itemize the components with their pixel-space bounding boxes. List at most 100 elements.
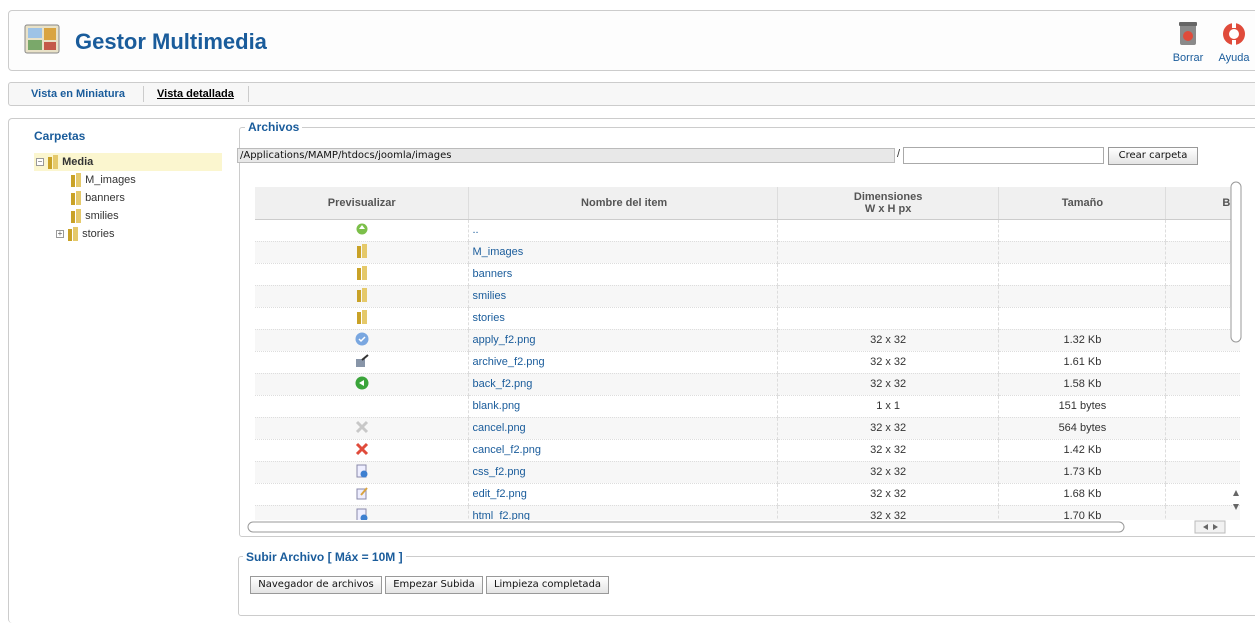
preview-cell [255,395,470,418]
tree-item-stories[interactable]: + stories [56,227,115,241]
upload-legend: Subir Archivo [ Máx = 10M ] [243,550,406,564]
preview-cell [255,241,470,264]
column-header-dimensions[interactable]: Dimensiones W x H px [777,187,1000,220]
table-row[interactable]: edit_f2.png32 x 321.68 Kb× [255,483,1240,506]
dimensions-cell [777,219,1000,242]
folder-icon [70,191,82,205]
dimensions-cell: 1 x 1 [777,395,1000,418]
horizontal-scrollbar[interactable] [245,520,1230,534]
table-row[interactable]: .. [255,219,1240,242]
files-legend: Archivos [245,120,303,134]
clear-completed-button[interactable]: Limpieza completada [486,576,609,594]
collapse-icon[interactable]: − [36,158,44,166]
dimensions-cell [777,285,1000,308]
size-cell: 1.42 Kb [998,439,1167,462]
vertical-scrollbar[interactable] [1228,178,1244,522]
dimensions-cell: 32 x 32 [777,505,1000,520]
expand-icon[interactable]: + [56,230,64,238]
current-path: /Applications/MAMP/htdocs/joomla/images [237,148,895,163]
file-name-link[interactable]: back_f2.png [472,378,532,390]
cancel-icon [355,442,369,459]
file-name-link[interactable]: edit_f2.png [472,488,526,500]
folder-icon [70,173,82,187]
column-header-preview[interactable]: Previsualizar [255,187,470,220]
tree-item-banners[interactable]: banners [70,191,125,205]
tree-item-label: smilies [85,209,119,222]
browse-files-button[interactable]: Navegador de archivos [250,576,382,594]
table-row[interactable]: apply_f2.png32 x 321.32 Kb× [255,329,1240,352]
size-cell: 1.58 Kb [998,373,1167,396]
table-row[interactable]: html_f2.png32 x 321.70 Kb× [255,505,1240,520]
column-header-dimensions-unit: W x H px [864,202,912,215]
column-header-size[interactable]: Tamaño [998,187,1167,220]
delete-button[interactable]: Borrar [1166,21,1210,64]
toolbar-header: Gestor Multimedia Borrar Ayuda [8,10,1255,71]
file-name-link[interactable]: blank.png [472,400,520,412]
size-cell: 1.61 Kb [998,351,1167,374]
size-cell: 1.73 Kb [998,461,1167,484]
preview-cell [255,373,470,396]
start-upload-button[interactable]: Empezar Subida [385,576,483,594]
tab-detailed-view[interactable]: Vista detallada [157,88,234,100]
file-name-link[interactable]: banners [472,268,512,280]
table-row[interactable]: back_f2.png32 x 321.58 Kb× [255,373,1240,396]
dimensions-cell: 32 x 32 [777,351,1000,374]
table-row[interactable]: cancel_f2.png32 x 321.42 Kb× [255,439,1240,462]
new-folder-input[interactable] [903,147,1104,164]
column-header-name[interactable]: Nombre del item [468,187,778,220]
tab-thumbnail-view[interactable]: Vista en Miniatura [31,88,125,100]
size-cell [998,307,1167,330]
edit-icon [355,486,369,503]
column-header-dimensions-title: Dimensiones [853,190,923,203]
archive-icon [355,353,369,371]
file-name-link[interactable]: M_images [472,246,523,258]
file-name-link[interactable]: apply_f2.png [472,334,535,346]
table-row[interactable]: archive_f2.png32 x 321.61 Kb× [255,351,1240,374]
table-row[interactable]: banners× [255,263,1240,286]
table-row[interactable]: smilies× [255,285,1240,308]
table-row[interactable]: blank.png1 x 1151 bytes× [255,395,1240,418]
cancel-gray-icon [355,420,369,437]
dimensions-cell: 32 x 32 [777,461,1000,484]
tree-item-media[interactable]: − Media [36,155,93,169]
preview-cell [255,285,470,308]
preview-cell [255,417,470,440]
dimensions-cell [777,263,1000,286]
folders-title: Carpetas [34,129,86,143]
file-name-link[interactable]: .. [472,224,478,236]
table-row[interactable]: M_images× [255,241,1240,264]
folder-icon [67,227,79,241]
table-row[interactable]: cancel.png32 x 32564 bytes× [255,417,1240,440]
preview-cell [255,351,470,374]
tab-divider [248,86,249,102]
file-name-link[interactable]: smilies [472,290,506,302]
help-button[interactable]: Ayuda [1212,21,1255,64]
folder-icon [356,287,368,305]
table-row[interactable]: stories× [255,307,1240,330]
file-name-link[interactable]: html_f2.png [472,510,529,520]
folder-up-icon [356,223,368,238]
table-row[interactable]: css_f2.png32 x 321.73 Kb× [255,461,1240,484]
trash-icon [1177,22,1199,50]
view-tabs: Vista en Miniatura Vista detallada [8,82,1255,106]
size-cell: 564 bytes [998,417,1167,440]
folder-icon [70,209,82,223]
file-name-link[interactable]: archive_f2.png [472,356,544,368]
create-folder-button[interactable]: Crear carpeta [1108,147,1198,165]
dimensions-cell: 32 x 32 [777,417,1000,440]
preview-cell [255,461,470,484]
page-title: Gestor Multimedia [75,29,267,54]
file-name-link[interactable]: cancel_f2.png [472,444,541,456]
tree-item-m-images[interactable]: M_images [70,173,136,187]
file-name-link[interactable]: css_f2.png [472,466,525,478]
html-icon [355,508,369,520]
tree-item-smilies[interactable]: smilies [70,209,119,223]
file-name-link[interactable]: stories [472,312,504,324]
dimensions-cell [777,307,1000,330]
preview-cell [255,483,470,506]
help-lifebuoy-icon [1221,22,1247,50]
size-cell [998,241,1167,264]
tab-divider [143,86,144,102]
tree-item-label: stories [82,227,115,240]
file-name-link[interactable]: cancel.png [472,422,525,434]
